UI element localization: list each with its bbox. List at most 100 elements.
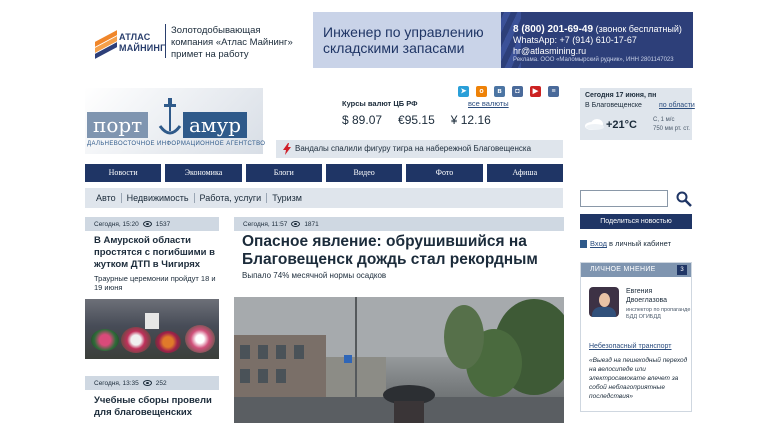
nav-economy[interactable]: Экономика (165, 164, 242, 182)
vk-icon[interactable]: в (494, 86, 505, 97)
atlas-logo-line2: МАЙНИНГ (119, 43, 166, 53)
eye-icon (291, 221, 301, 227)
banner-ad-note: Реклама. ООО «Маломырский рудник», ИНН 2… (513, 57, 674, 63)
news-views: 1537 (155, 220, 171, 228)
banner-email: hr@atlasmining.ru (513, 46, 587, 56)
opinion-author-role: инспектор по пропаганде БДД ОГИБДД (626, 307, 691, 320)
rss-icon[interactable]: ≡ (548, 86, 559, 97)
main-news-subtitle: Выпало 74% месячной нормы осадков (242, 271, 387, 280)
news-card[interactable]: Сегодня, 15:20 1537 В Амурской области п… (85, 217, 219, 359)
rate-cny: ¥ 12.16 (450, 113, 491, 127)
news-meta: Сегодня, 13:35 252 (85, 376, 219, 390)
weather-date: Сегодня 17 июня, пн (585, 92, 657, 99)
atlas-logo-mark (95, 30, 117, 59)
atlas-logo-line1: АТЛАС (119, 32, 151, 42)
nav-video[interactable]: Видео (325, 164, 403, 182)
avatar-shoulders (592, 307, 616, 317)
main-nav: Новости Экономика Блоги Видео Фото Афиша (85, 164, 563, 182)
cloud-icon (585, 119, 604, 130)
news-meta: Сегодня, 11:57 1871 (234, 217, 564, 231)
nav-afisha[interactable]: Афиша (486, 164, 563, 182)
logo-tagline: ДАЛЬНЕВОСТОЧНОЕ ИНФОРМАЦИОННОЕ АГЕНТСТВО (87, 141, 266, 147)
opinion-author-name[interactable]: Евгения Двоеглазова (626, 287, 691, 305)
news-meta: Сегодня, 15:20 1537 (85, 217, 219, 231)
weather-widget: Сегодня 17 июня, пн В Благовещенске по о… (580, 88, 695, 140)
opinion-topic-link[interactable]: Небезопасный транспорт (589, 343, 672, 350)
logo-port-text: порт (87, 112, 149, 138)
wreath-shape (185, 325, 215, 353)
weather-wind: С, 1 м/с (653, 117, 675, 123)
login-link-text[interactable]: Вход (590, 239, 607, 248)
login-link-suffix: в личный кабинет (606, 239, 672, 248)
banner-position-line1: Инженер по управлению (323, 24, 484, 40)
breaking-news-bar[interactable]: Вандалы спалили фигуру тигра на набережн… (276, 140, 563, 158)
news-photo[interactable] (85, 299, 219, 359)
login-link[interactable]: Вход в личный кабинет (580, 239, 692, 249)
atlas-logo-text: АТЛАС МАЙНИНГ (119, 32, 165, 54)
eye-icon (142, 380, 152, 386)
news-time: Сегодня, 11:57 (243, 220, 288, 228)
news-subtitle: Траурные церемонии пройдут 18 и 19 июня (94, 274, 216, 292)
news-title[interactable]: Учебные сборы провели для благовещенских (94, 395, 218, 419)
subnav-auto[interactable]: Авто (91, 193, 122, 203)
sub-nav: Авто Недвижимость Работа, услуги Туризм (85, 188, 563, 208)
news-card[interactable]: Сегодня, 13:35 252 Учебные сборы провели… (85, 376, 219, 423)
main-news-title[interactable]: Опасное явление: обрушившийся на Благове… (242, 233, 562, 269)
news-title[interactable]: В Амурской области простятся с погибшими… (94, 235, 218, 271)
rate-eur: €95.15 (398, 113, 435, 127)
banner-phone-note: (звонок бесплатный) (595, 24, 682, 34)
news-views: 1871 (304, 220, 319, 228)
banner-position-block: Инженер по управлению складскими запасам… (313, 12, 501, 68)
personal-opinion-widget: ЛИЧНОЕ МНЕНИЕ 3 Евгения Двоеглазова инсп… (580, 262, 692, 412)
banner-phone: 8 (800) 201-69-49 (513, 24, 594, 35)
banner-position-text: Инженер по управлению складскими запасам… (323, 24, 484, 56)
news-time: Сегодня, 15:20 (94, 220, 139, 228)
subnav-tourism[interactable]: Туризм (267, 193, 307, 203)
social-links: ➤ о в ◘ ▶ ≡ (458, 86, 559, 97)
banner-job-line2: компания «Атлас Майнинг» (171, 37, 293, 48)
avatar-face (599, 293, 610, 307)
banner-whatsapp: WhatsApp: +7 (914) 610-17-67 (513, 35, 637, 45)
wreath-shape (155, 331, 181, 353)
currency-all-link[interactable]: все валюты (468, 99, 509, 108)
currency-title: Курсы валют ЦБ РФ (342, 99, 418, 108)
camera-icon[interactable]: ◘ (512, 86, 523, 97)
youtube-icon[interactable]: ▶ (530, 86, 541, 97)
lightning-icon (283, 143, 291, 155)
avatar[interactable] (589, 287, 619, 317)
opinion-header: ЛИЧНОЕ МНЕНИЕ 3 (581, 263, 691, 277)
banner-job-line1: Золотодобывающая (171, 25, 261, 36)
search-input[interactable] (580, 190, 668, 207)
weather-region-link[interactable]: по области (659, 102, 695, 109)
nav-news[interactable]: Новости (85, 164, 162, 182)
wreath-shape (91, 329, 119, 351)
opinion-quote[interactable]: «Выезд на пешеходный переход на велосипе… (589, 356, 689, 401)
anchor-icon (158, 98, 182, 135)
login-icon (580, 240, 587, 249)
main-news-photo[interactable] (234, 297, 564, 423)
opinion-title: ЛИЧНОЕ МНЕНИЕ (590, 266, 656, 273)
ok-icon[interactable]: о (476, 86, 487, 97)
atlas-mining-logo: АТЛАС МАЙНИНГ (95, 30, 173, 60)
weather-details: С, 1 м/с 750 мм рт. ст. (653, 116, 690, 134)
opinion-count-badge[interactable]: 3 (677, 265, 687, 275)
weather-pressure: 750 мм рт. ст. (653, 126, 690, 132)
banner-employer-block: АТЛАС МАЙНИНГ Золотодобывающая компания … (85, 12, 315, 68)
subnav-realty[interactable]: Недвижимость (122, 193, 195, 203)
eye-icon (142, 221, 152, 227)
weather-temperature: +21°C (606, 119, 638, 131)
nav-blogs[interactable]: Блоги (245, 164, 322, 182)
site-logo[interactable]: порт амур ДАЛЬНЕВОСТОЧНОЕ ИНФОРМАЦИОННОЕ… (85, 88, 266, 154)
search-icon[interactable] (676, 191, 692, 207)
subnav-jobs[interactable]: Работа, услуги (195, 193, 268, 203)
banner-contacts-block: 8 (800) 201-69-49 (звонок бесплатный) Wh… (501, 12, 693, 68)
ad-banner[interactable]: АТЛАС МАЙНИНГ Золотодобывающая компания … (85, 12, 693, 68)
main-news-card[interactable]: Сегодня, 11:57 1871 Опасное явление: обр… (234, 217, 564, 423)
share-news-button[interactable]: Поделиться новостью (580, 214, 692, 229)
nav-photo[interactable]: Фото (406, 164, 483, 182)
telegram-icon[interactable]: ➤ (458, 86, 469, 97)
breaking-news-text: Вандалы спалили фигуру тигра на набережн… (295, 144, 532, 153)
currency-rates: $ 89.07 €95.15 ¥ 12.16 (342, 113, 491, 127)
news-time: Сегодня, 13:35 (94, 379, 139, 387)
wreath-ribbon (145, 313, 159, 329)
